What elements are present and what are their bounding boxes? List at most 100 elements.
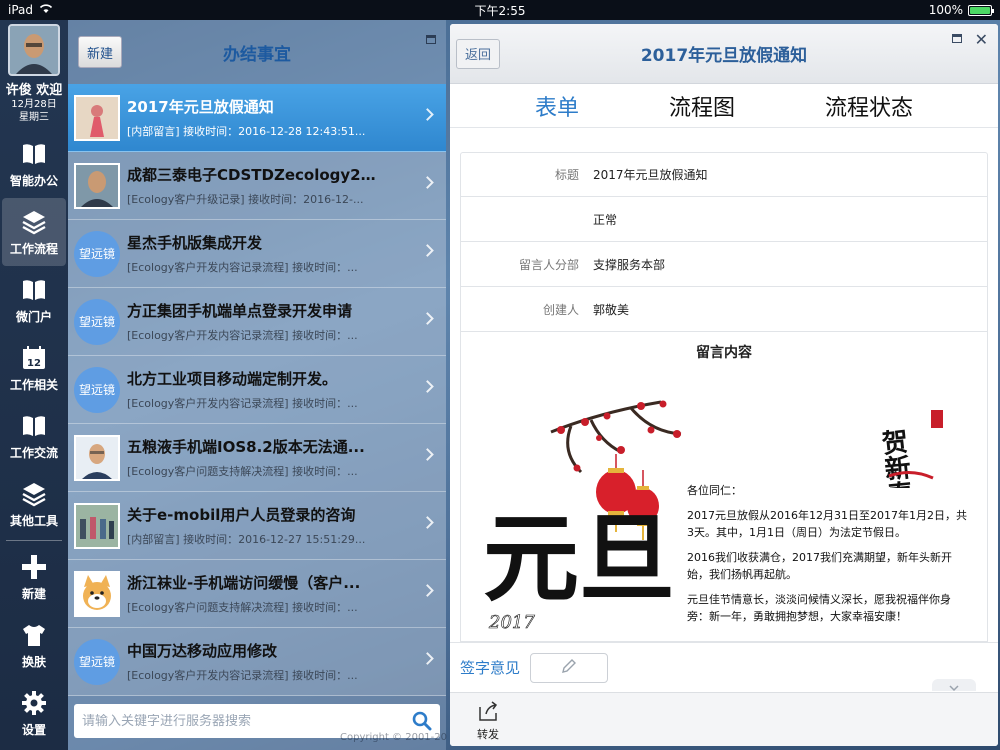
item-title: 浙江袜业-手机端访问缓慢（客户... (127, 574, 361, 592)
card-paragraph: 元旦佳节情意长，淡淡问候情义深长，愿我祝福伴你身旁：新一年，勇敢拥抱梦想，大家幸… (687, 593, 951, 623)
rail-item-settings[interactable]: 设置 (2, 679, 66, 747)
item-title: 关于e-mobil用户人员登录的咨询 (127, 506, 356, 524)
field-value: 正常 (593, 212, 618, 227)
chevron-right-icon (421, 584, 434, 597)
card-paragraph: 2017元旦放假从2016年12月31日至2017年1月2日，共3天。其中，1月… (687, 509, 967, 539)
he-xin-chun-art: 贺新春 (881, 410, 943, 488)
pencil-icon (560, 657, 578, 679)
item-title: 成都三泰电子CDSTDZecology20... (127, 166, 377, 184)
rail-item-micro-portal[interactable]: 微门户 (2, 266, 66, 334)
item-thumbnail (74, 570, 120, 617)
left-rail: 许俊 欢迎 12月28日 星期三 智能办公 工作流程 微门户 12 工作相关 工… (0, 20, 68, 750)
rail-item-new[interactable]: 新建 (2, 543, 66, 611)
telescope-logo: 望远镜 (74, 298, 120, 345)
rail-item-label: 微门户 (15, 309, 52, 324)
calendar-badge: 12 (27, 358, 41, 369)
item-subtitle: [Ecology客户开发内容记录流程] 接收时间：... (127, 397, 358, 410)
form-row-creator: 创建人 郭敬美 (460, 287, 988, 332)
bottom-toolbar: 转发 (450, 692, 998, 746)
card-year: 2017 (488, 612, 535, 633)
gear-icon (19, 689, 49, 717)
tab-flowchart[interactable]: 流程图 (669, 90, 735, 122)
rail-item-work-related[interactable]: 12 工作相关 (2, 334, 66, 402)
close-icon[interactable]: ✕ (975, 30, 988, 49)
item-subtitle: [Ecology客户升级记录] 接收时间：2016-12-... (127, 193, 364, 206)
detail-tabs: 表单 流程图 流程状态 (450, 84, 998, 128)
detail-title: 2017年元旦放假通知 (640, 46, 808, 66)
window-maximize-icon[interactable] (426, 35, 436, 44)
tab-flow-status[interactable]: 流程状态 (825, 90, 913, 122)
list-item[interactable]: 关于e-mobil用户人员登录的咨询 [内部留言] 接收时间：2016-12-2… (68, 492, 446, 560)
search-input[interactable] (82, 713, 402, 729)
list-item[interactable]: 五粮液手机端IOS8.2版本无法通... [Ecology客户问题支持解决流程]… (68, 424, 446, 492)
item-subtitle: [Ecology客户问题支持解决流程] 接收时间：... (127, 465, 358, 478)
message-content-title: 留言内容 (696, 345, 752, 361)
field-label: 标题 (554, 168, 579, 182)
completed-items-panel: 新建 办结事宜 2017年元旦放假通知 [内部留言] 接收时间：2016-12-… (68, 20, 446, 750)
rail-item-label: 工作交流 (9, 445, 58, 460)
collapse-handle[interactable] (932, 679, 976, 692)
item-subtitle: [内部留言] 接收时间：2016-12-28 12:43:51... (127, 125, 366, 138)
card-salutation: 各位同仁： (687, 484, 742, 497)
wifi-icon (39, 3, 53, 17)
list-item[interactable]: 望远镜 星杰手机版集成开发 [Ecology客户开发内容记录流程] 接收时间：.… (68, 220, 446, 288)
book-icon (19, 140, 49, 168)
item-title: 五粮液手机端IOS8.2版本无法通... (127, 438, 365, 456)
field-value: 2017年元旦放假通知 (593, 168, 708, 182)
forward-button[interactable]: 转发 (470, 699, 506, 742)
greeting-calligraphy: 贺新春 (881, 427, 914, 488)
item-subtitle: [Ecology客户开发内容记录流程] 接收时间：... (127, 329, 358, 342)
avatar[interactable] (8, 24, 60, 76)
list-item[interactable]: 浙江袜业-手机端访问缓慢（客户... [Ecology客户问题支持解决流程] 接… (68, 560, 446, 628)
book-icon (19, 276, 49, 304)
chevron-right-icon (421, 652, 434, 665)
card-message: 各位同仁： 2017元旦放假从2016年12月31日至2017年1月2日，共3天… (687, 482, 972, 633)
window-maximize-icon[interactable] (952, 34, 962, 43)
item-subtitle: [内部留言] 接收时间：2016-12-27 15:51:29... (127, 533, 366, 546)
rail-item-work-communication[interactable]: 工作交流 (2, 402, 66, 470)
item-thumbnail (74, 162, 120, 209)
chevron-right-icon (421, 312, 434, 325)
rail-item-skin[interactable]: 换肤 (2, 611, 66, 679)
rail-item-label: 其他工具 (9, 513, 58, 528)
rail-item-label: 工作相关 (9, 377, 58, 392)
tab-form[interactable]: 表单 (535, 90, 579, 122)
item-title: 方正集团手机端单点登录开发申请 (127, 302, 353, 320)
calendar-icon: 12 (19, 344, 49, 372)
card-paragraph: 2016我们收获满仓，2017我们充满期望，新年头新开始，我们扬帆再起航。 (687, 551, 952, 581)
item-thumbnail (74, 502, 120, 549)
rail-divider (6, 540, 62, 541)
user-date: 12月28日 (11, 99, 57, 110)
rail-item-workflow[interactable]: 工作流程 (2, 198, 66, 266)
copyright-text: Copyright © 2001-20 (340, 732, 448, 743)
item-thumbnail (74, 434, 120, 481)
rail-item-label: 换肤 (21, 654, 46, 669)
list-item[interactable]: 望远镜 中国万达移动应用修改 [Ecology客户开发内容记录流程] 接收时间：… (68, 628, 446, 696)
status-bar: iPad 下午2:55 100% (0, 0, 1000, 20)
new-button[interactable]: 新建 (78, 36, 122, 68)
rail-item-label: 新建 (21, 586, 46, 601)
list-item[interactable]: 2017年元旦放假通知 [内部留言] 接收时间：2016-12-28 12:43… (68, 84, 446, 152)
chevron-right-icon (421, 244, 434, 257)
list-item[interactable]: 望远镜 北方工业项目移动端定制开发。 [Ecology客户开发内容记录流程] 接… (68, 356, 446, 424)
rail-item-other-tools[interactable]: 其他工具 (2, 470, 66, 538)
detail-header: 返回 2017年元旦放假通知 ✕ (450, 24, 998, 84)
back-button[interactable]: 返回 (456, 38, 500, 69)
list-header: 新建 办结事宜 (68, 20, 446, 84)
forward-label: 转发 (477, 728, 499, 741)
form-table: 标题 2017年元旦放假通知 正常 留言人分部 支撑服务本部 创建人 郭敬美 留… (460, 152, 988, 642)
book-icon (19, 412, 49, 440)
rail-item-label: 设置 (21, 722, 46, 737)
list-item[interactable]: 成都三泰电子CDSTDZecology20... [Ecology客户升级记录]… (68, 152, 446, 220)
item-thumbnail (74, 94, 120, 141)
item-list: 2017年元旦放假通知 [内部留言] 接收时间：2016-12-28 12:43… (68, 84, 446, 696)
list-item[interactable]: 望远镜 方正集团手机端单点登录开发申请 [Ecology客户开发内容记录流程] … (68, 288, 446, 356)
rail-item-smart-office[interactable]: 智能办公 (2, 130, 66, 198)
chevron-right-icon (421, 108, 434, 121)
item-title: 中国万达移动应用修改 (127, 642, 278, 660)
sign-opinion-input[interactable] (530, 652, 609, 683)
user-name: 许俊 欢迎 (5, 83, 63, 98)
item-title: 北方工业项目移动端定制开发。 (127, 370, 338, 388)
layers-icon (19, 480, 49, 508)
chevron-right-icon (421, 380, 434, 393)
